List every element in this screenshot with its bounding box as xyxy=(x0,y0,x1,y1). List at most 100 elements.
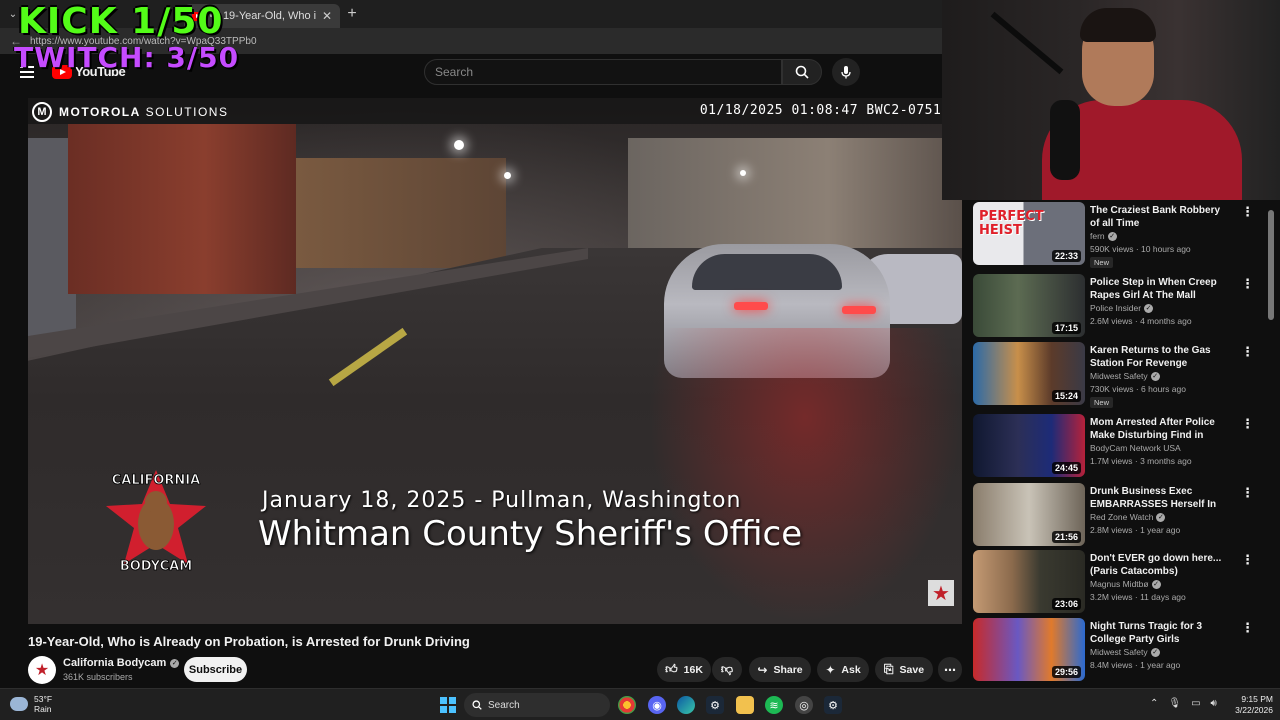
verified-icon: ✓ xyxy=(1144,303,1154,313)
duration-badge: 22:33 xyxy=(1051,250,1081,262)
recommendation-item[interactable]: 17:15 Police Step in When Creep Rapes Gi… xyxy=(973,274,1273,338)
search-input[interactable]: Search xyxy=(424,59,782,85)
more-vertical-icon[interactable]: ⋮ xyxy=(1241,204,1254,220)
more-horizontal-icon: ⋯ xyxy=(944,662,956,677)
twitch-goal-overlay: TWITCH: 3/50 xyxy=(14,41,240,74)
verified-icon: ✓ xyxy=(1150,647,1160,657)
more-vertical-icon[interactable]: ⋮ xyxy=(1241,552,1254,568)
share-button[interactable]: ↪ Share xyxy=(749,657,811,682)
video-thumbnail[interactable]: PERFECT HEIST 22:33 xyxy=(973,202,1085,265)
recommendation-channel[interactable]: Magnus Midtbø ✓ xyxy=(1090,579,1161,589)
streetlight xyxy=(504,172,511,179)
motorola-logo-icon: M xyxy=(32,102,52,122)
like-button[interactable]: 👍︎ 16K xyxy=(657,657,711,682)
recommendation-meta: 8.4M views · 1 year ago xyxy=(1090,660,1181,670)
recommendation-channel-name: Red Zone Watch xyxy=(1090,512,1154,522)
more-vertical-icon[interactable]: ⋮ xyxy=(1241,416,1254,432)
more-vertical-icon[interactable]: ⋮ xyxy=(1241,344,1254,360)
more-actions-button[interactable]: ⋯ xyxy=(938,657,962,682)
recommendation-channel[interactable]: Police Insider ✓ xyxy=(1090,303,1154,313)
volume-icon[interactable]: 🔊︎ xyxy=(1211,698,1217,709)
obs-icon[interactable]: ◎ xyxy=(795,696,813,714)
recommendation-channel[interactable]: Midwest Safety ✓ xyxy=(1090,647,1160,657)
verified-icon: ✓ xyxy=(1150,371,1160,381)
recommendation-channel-name: Police Insider xyxy=(1090,303,1142,313)
video-thumbnail[interactable]: 15:24 xyxy=(973,342,1085,405)
new-tab-button[interactable]: + xyxy=(340,5,364,23)
recommendation-channel-name: Magnus Midtbø xyxy=(1090,579,1149,589)
more-vertical-icon[interactable]: ⋮ xyxy=(1241,620,1254,636)
dislike-button[interactable]: 👎︎ xyxy=(712,657,742,682)
recommendation-item[interactable]: 29:56 Night Turns Tragic for 3 College P… xyxy=(973,618,1273,682)
recommendation-item[interactable]: PERFECT HEIST 22:33 The Craziest Bank Ro… xyxy=(973,202,1273,268)
recommendation-meta: 1.7M views · 3 months ago xyxy=(1090,456,1192,466)
recommendation-channel[interactable]: Midwest Safety ✓ xyxy=(1090,371,1160,381)
duration-badge: 23:06 xyxy=(1051,598,1081,610)
ask-button[interactable]: ✦ Ask xyxy=(817,657,869,682)
motorola-brand: M MOTOROLA SOLUTIONS xyxy=(32,102,228,122)
more-vertical-icon[interactable]: ⋮ xyxy=(1241,276,1254,292)
chrome-icon[interactable] xyxy=(618,696,636,714)
spotify-icon[interactable]: ≋ xyxy=(765,696,783,714)
recommendation-title[interactable]: The Craziest Bank Robbery of all Time xyxy=(1090,204,1230,230)
car-window xyxy=(692,254,842,290)
channel-watermark-icon[interactable]: ★ xyxy=(928,580,954,606)
file-explorer-icon[interactable] xyxy=(736,696,754,714)
subscriber-count: 361K subscribers xyxy=(63,672,133,682)
mic-arm xyxy=(990,11,1064,75)
recommendation-item[interactable]: 21:56 Drunk Business Exec EMBARRASSES He… xyxy=(973,483,1273,547)
video-thumbnail[interactable]: 24:45 xyxy=(973,414,1085,477)
voice-search-button[interactable] xyxy=(832,58,860,86)
sidebar-scrollbar[interactable] xyxy=(1268,210,1274,320)
weather-widget[interactable]: 53°F Rain xyxy=(10,694,52,714)
recommendation-title[interactable]: Night Turns Tragic for 3 College Party G… xyxy=(1090,620,1230,646)
verified-icon: ✓ xyxy=(1156,512,1166,522)
video-player[interactable]: M MOTOROLA SOLUTIONS 01/18/2025 01:08:47… xyxy=(28,98,962,624)
rain-cloud-icon xyxy=(10,697,28,711)
network-icon[interactable]: ▭ xyxy=(1191,698,1200,709)
recommendation-item[interactable]: 23:06 Don't EVER go down here... (Paris … xyxy=(973,550,1273,614)
tail-light xyxy=(734,302,768,310)
channel-name-text: California Bodycam xyxy=(63,657,167,669)
recommendation-title[interactable]: Don't EVER go down here... (Paris Cataco… xyxy=(1090,552,1230,578)
taskbar-clock[interactable]: 9:15 PM 3/22/2026 xyxy=(1225,694,1273,716)
channel-avatar[interactable]: ★ xyxy=(28,656,56,684)
system-tray: ⌃ 🎙︎ ▭ 🔊︎ xyxy=(1150,698,1217,709)
recommendation-item[interactable]: 24:45 Mom Arrested After Police Make Dis… xyxy=(973,414,1273,478)
recommendation-title[interactable]: Police Step in When Creep Rapes Girl At … xyxy=(1090,276,1230,302)
edge-icon[interactable] xyxy=(677,696,695,714)
chevron-up-icon[interactable]: ⌃ xyxy=(1150,698,1158,709)
recommendation-title[interactable]: Drunk Business Exec EMBARRASSES Herself … xyxy=(1090,485,1230,511)
more-vertical-icon[interactable]: ⋮ xyxy=(1241,485,1254,501)
recommendation-item[interactable]: 15:24 Karen Returns to the Gas Station F… xyxy=(973,342,1273,408)
recommendation-channel[interactable]: Red Zone Watch ✓ xyxy=(1090,512,1166,522)
video-title: 19-Year-Old, Who is Already on Probation… xyxy=(28,634,470,649)
recommendation-channel[interactable]: BodyCam Network USA xyxy=(1090,443,1181,453)
discord-icon[interactable]: ◉ xyxy=(648,696,666,714)
steam-icon[interactable]: ⚙︎ xyxy=(706,696,724,714)
recommendation-title[interactable]: Mom Arrested After Police Make Disturbin… xyxy=(1090,416,1230,442)
streamer-hair xyxy=(1080,8,1156,42)
channel-name[interactable]: California Bodycam ✓ xyxy=(63,657,180,669)
verified-icon: ✓ xyxy=(170,658,180,668)
bodycam-header: M MOTOROLA SOLUTIONS 01/18/2025 01:08:47… xyxy=(28,98,962,124)
windows-taskbar: 53°F Rain Search ◉ ⚙︎ ≋ ◎ ⚙︎ ⌃ 🎙︎ ▭ 🔊︎ 9… xyxy=(0,688,1280,720)
recommendation-channel-name: Midwest Safety xyxy=(1090,371,1148,381)
recommendation-title[interactable]: Karen Returns to the Gas Station For Rev… xyxy=(1090,344,1230,370)
steam-icon[interactable]: ⚙︎ xyxy=(824,696,842,714)
subscribe-button[interactable]: Subscribe xyxy=(184,657,247,682)
bookmark-icon: ⎘ xyxy=(883,662,894,676)
video-thumbnail[interactable]: 23:06 xyxy=(973,550,1085,613)
recommendation-channel-name: Midwest Safety xyxy=(1090,647,1148,657)
taskbar-search[interactable]: Search xyxy=(464,693,610,717)
video-thumbnail[interactable]: 29:56 xyxy=(973,618,1085,681)
start-button[interactable] xyxy=(440,697,456,713)
search-button[interactable] xyxy=(782,59,822,85)
microphone-icon[interactable]: 🎙︎ xyxy=(1168,698,1181,709)
close-tab-icon[interactable]: ✕ xyxy=(322,9,332,23)
video-thumbnail[interactable]: 21:56 xyxy=(973,483,1085,546)
recommendation-channel[interactable]: fern ✓ xyxy=(1090,231,1117,241)
video-thumbnail[interactable]: 17:15 xyxy=(973,274,1085,337)
save-button[interactable]: ⎘ Save xyxy=(875,657,933,682)
weather-text: 53°F Rain xyxy=(34,694,52,714)
